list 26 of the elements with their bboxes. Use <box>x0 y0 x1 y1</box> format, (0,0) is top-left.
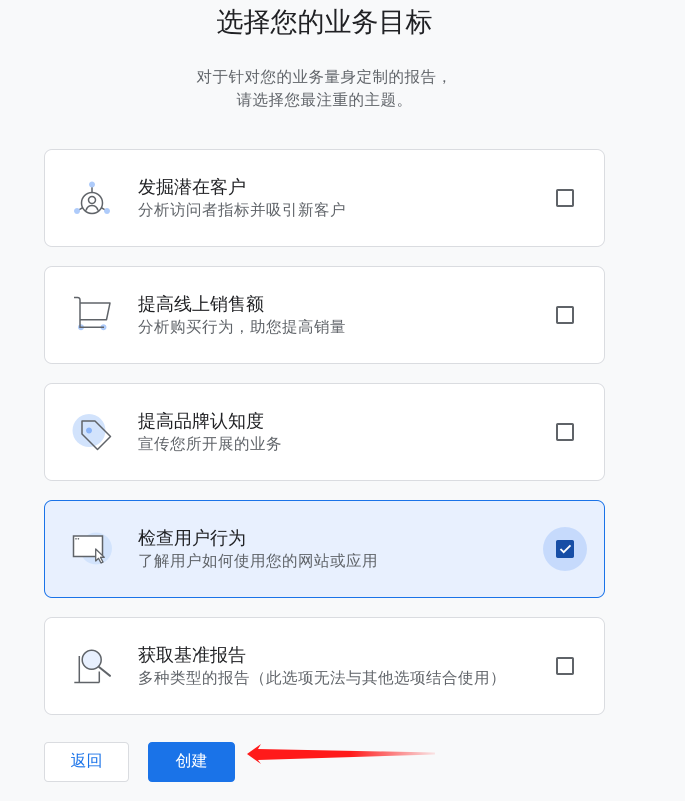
create-button[interactable]: 创建 <box>148 742 235 782</box>
checkbox[interactable] <box>556 306 574 324</box>
goal-description: 多种类型的报告（此选项无法与其他选项结合使用） <box>138 668 507 688</box>
page-title: 选择您的业务目标 <box>216 6 432 39</box>
goal-description: 了解用户如何使用您的网站或应用 <box>138 552 379 572</box>
goal-card[interactable]: 检查用户行为 了解用户如何使用您的网站或应用 <box>44 500 605 598</box>
goal-title: 提高线上销售额 <box>138 292 265 316</box>
tag-icon <box>72 412 112 452</box>
checkbox[interactable] <box>556 540 574 558</box>
goal-title: 发掘潜在客户 <box>138 176 247 198</box>
subtitle-text: 对于针对您的业务量身定制的报告， 请选择您最注重的主题。 <box>196 68 452 111</box>
checkbox[interactable] <box>556 657 574 675</box>
goal-description: 分析访问者指标并吸引新客户 <box>138 200 347 220</box>
check-icon <box>558 544 572 554</box>
goal-title: 提高品牌认知度 <box>138 410 265 432</box>
goal-title: 检查用户行为 <box>138 526 247 550</box>
goal-card[interactable]: 获取基准报告 多种类型的报告（此选项无法与其他选项结合使用） <box>44 617 605 715</box>
goal-card[interactable]: 发掘潜在客户 分析访问者指标并吸引新客户 <box>44 149 605 247</box>
goal-card[interactable]: 提高线上销售额 分析购买行为，助您提高销量 <box>44 266 605 364</box>
checkbox[interactable] <box>556 189 574 207</box>
checkbox[interactable] <box>556 423 574 441</box>
goal-title: 获取基准报告 <box>138 644 247 666</box>
goal-description: 宣传您所开展的业务 <box>138 434 283 454</box>
goal-card[interactable]: 提高品牌认知度 宣传您所开展的业务 <box>44 383 605 481</box>
goal-description: 分析购买行为，助您提高销量 <box>138 318 347 338</box>
back-button[interactable]: 返回 <box>44 742 129 782</box>
